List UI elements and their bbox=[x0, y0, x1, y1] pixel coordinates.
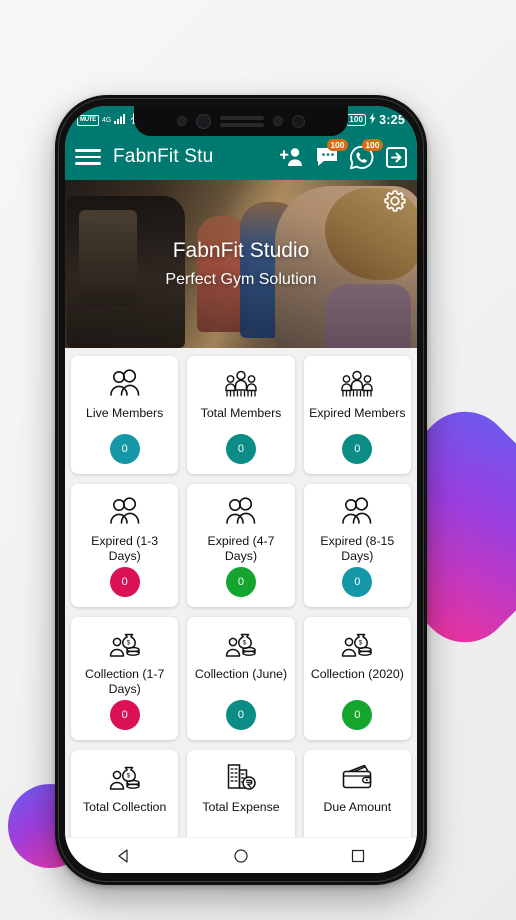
two-people-icon bbox=[224, 494, 258, 528]
dashboard-card[interactable]: $ Total Collection bbox=[71, 750, 179, 837]
sms-chat-icon[interactable]: 100 bbox=[314, 138, 348, 170]
dashboard-card-label: Total Expense bbox=[202, 800, 280, 814]
dashboard-card[interactable]: Expired (8-15 Days) 0 bbox=[303, 484, 411, 607]
charging-bolt-icon bbox=[369, 113, 376, 127]
logout-icon[interactable] bbox=[384, 145, 409, 170]
add-member-icon[interactable] bbox=[279, 145, 304, 170]
dashboard-card[interactable]: $ Collection (1-7 Days) 0 bbox=[71, 617, 179, 740]
hero-text-block: FabnFit Studio Perfect Gym Solution bbox=[65, 180, 417, 348]
dashboard-card-label: Due Amount bbox=[323, 800, 392, 814]
dashboard-card-count-badge: 0 bbox=[225, 700, 256, 730]
dashboard-card-label: Expired (8-15 Days) bbox=[320, 534, 395, 563]
dashboard-card-count-badge: 0 bbox=[109, 700, 140, 730]
dashboard-card[interactable]: $ Collection (2020) 0 bbox=[303, 617, 411, 740]
svg-text:$: $ bbox=[126, 773, 130, 780]
front-camera-icon bbox=[196, 113, 211, 129]
svg-text:$: $ bbox=[243, 640, 247, 647]
dashboard-card-label: Collection (June) bbox=[194, 667, 288, 681]
dashboard-card-count-badge: 0 bbox=[109, 434, 140, 464]
group-people-icon bbox=[223, 366, 259, 400]
dashboard-card-count-badge: 0 bbox=[109, 567, 140, 597]
dashboard-card-count-badge: 0 bbox=[225, 434, 256, 464]
phone-notch bbox=[134, 106, 348, 136]
light-sensor-icon bbox=[273, 116, 283, 126]
dashboard-card-label: Expired Members bbox=[309, 406, 406, 420]
wallet-icon bbox=[340, 760, 374, 794]
network-type-label: 4G bbox=[101, 116, 112, 124]
two-people-icon bbox=[108, 366, 142, 400]
two-people-icon bbox=[108, 494, 142, 528]
earpiece-speaker bbox=[220, 115, 264, 127]
dashboard-card-label: Total Members bbox=[200, 406, 282, 420]
gear-icon[interactable] bbox=[384, 190, 406, 212]
home-circle-icon[interactable] bbox=[218, 848, 264, 864]
app-bar-actions: 100 100 bbox=[279, 138, 409, 170]
hamburger-menu-icon[interactable] bbox=[75, 149, 101, 165]
back-triangle-icon[interactable] bbox=[101, 848, 147, 864]
recents-square-icon[interactable] bbox=[335, 848, 381, 864]
dashboard-card[interactable]: Total Members 0 bbox=[187, 356, 295, 474]
dashboard-card-label: Collection (2020) bbox=[310, 667, 404, 681]
two-people-icon bbox=[340, 494, 374, 528]
dashboard-card[interactable]: Expired (4-7 Days) 0 bbox=[187, 484, 295, 607]
dashboard-card-label: Expired (4-7 Days) bbox=[207, 534, 275, 563]
dashboard-card[interactable]: $ Collection (June) 0 bbox=[187, 617, 295, 740]
app-title: FabnFit Stu bbox=[113, 146, 214, 167]
hero-banner[interactable]: FabnFit Studio Perfect Gym Solution bbox=[65, 180, 417, 348]
dashboard-card-label: Collection (1-7 Days) bbox=[85, 667, 165, 696]
dashboard-card[interactable]: Expired (1-3 Days) 0 bbox=[71, 484, 179, 607]
clock-time: 3:25 bbox=[379, 113, 405, 127]
dashboard-card-label: Live Members bbox=[86, 406, 164, 420]
dashboard-grid: Live Members 0 Total Members 0 Expired Membe… bbox=[71, 356, 411, 837]
proximity-sensor-icon bbox=[177, 116, 187, 126]
dashboard-card-count-badge: 0 bbox=[342, 434, 373, 464]
money-bag-person-icon: $ bbox=[108, 760, 142, 794]
money-bag-person-icon: $ bbox=[340, 627, 374, 661]
whatsapp-unread-badge: 100 bbox=[361, 138, 383, 151]
phone-screen: MUTE 4G 100 3:25 FabnFit Stu 100 100 Fab… bbox=[65, 106, 417, 873]
dashboard-scroll-area[interactable]: Live Members 0 Total Members 0 Expired Membe… bbox=[65, 348, 417, 837]
dashboard-card[interactable]: Expired Members 0 bbox=[303, 356, 411, 474]
svg-text:$: $ bbox=[359, 640, 363, 647]
hero-title: FabnFit Studio bbox=[172, 239, 310, 262]
secondary-camera-icon bbox=[292, 114, 305, 128]
dashboard-card[interactable]: Due Amount bbox=[303, 750, 411, 837]
dashboard-card[interactable]: Total Expense bbox=[187, 750, 295, 837]
dashboard-card-label: Total Collection bbox=[82, 800, 167, 814]
dashboard-card-count-badge: 0 bbox=[342, 567, 373, 597]
hero-subtitle: Perfect Gym Solution bbox=[165, 271, 317, 288]
group-people-icon bbox=[339, 366, 375, 400]
android-nav-bar bbox=[65, 837, 417, 873]
dashboard-card[interactable]: Live Members 0 bbox=[71, 356, 179, 474]
dashboard-card-label: Expired (1-3 Days) bbox=[91, 534, 159, 563]
svg-text:$: $ bbox=[126, 640, 130, 647]
dashboard-card-count-badge: 0 bbox=[225, 567, 256, 597]
sms-unread-badge: 100 bbox=[326, 138, 348, 151]
mute-icon: MUTE bbox=[77, 114, 99, 126]
dashboard-card-count-badge: 0 bbox=[342, 700, 373, 730]
phone-frame: MUTE 4G 100 3:25 FabnFit Stu 100 100 Fab… bbox=[55, 95, 427, 885]
money-bag-person-icon: $ bbox=[224, 627, 258, 661]
app-bar: FabnFit Stu 100 100 bbox=[65, 134, 417, 180]
whatsapp-icon[interactable]: 100 bbox=[349, 138, 383, 170]
battery-indicator: 100 bbox=[346, 114, 367, 126]
signal-bars-icon bbox=[114, 113, 126, 127]
building-rupee-icon bbox=[225, 760, 257, 794]
money-bag-person-icon: $ bbox=[108, 627, 142, 661]
